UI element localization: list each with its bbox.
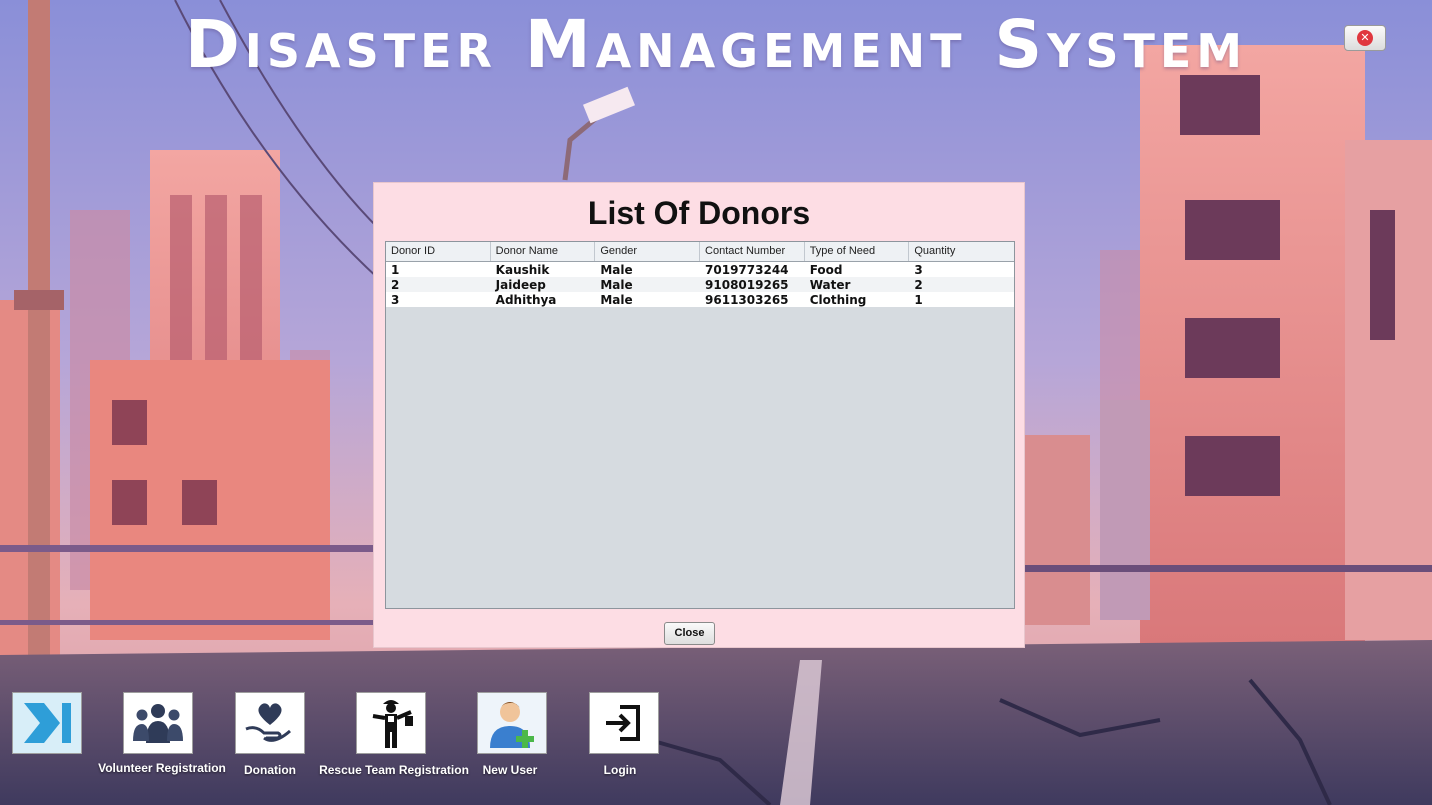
column-header-contact-number[interactable]: Contact Number (700, 242, 805, 261)
cell-gender: Male (600, 278, 633, 292)
column-header-donor-name[interactable]: Donor Name (491, 242, 596, 261)
cell-type-of-need: Clothing (809, 293, 867, 307)
cell-donor-id: 3 (391, 293, 400, 307)
add-user-icon (490, 702, 534, 748)
exit-button[interactable]: ✕ (1344, 25, 1386, 51)
cell-donor-id: 1 (391, 263, 400, 277)
column-header-gender[interactable]: Gender (595, 242, 701, 261)
new-user-label: New User (482, 763, 538, 777)
volunteer-registration-button[interactable] (123, 692, 193, 754)
login-label: Login (603, 763, 637, 777)
cell-contact-number: 9108019265 (705, 278, 789, 292)
cell-donor-name: Jaideep (495, 278, 546, 292)
column-header-type-of-need[interactable]: Type of Need (805, 242, 910, 261)
table-header: Donor ID Donor Name Gender Contact Numbe… (386, 242, 1014, 262)
table-body: 1 Kaushik Male 7019773244 Food 3 2 Jaide… (386, 262, 1014, 307)
volunteer-registration-label: Volunteer Registration (98, 761, 226, 775)
cell-type-of-need: Water (809, 278, 851, 292)
cell-gender: Male (600, 293, 633, 307)
column-header-donor-id[interactable]: Donor ID (386, 242, 491, 261)
group-icon (133, 704, 183, 743)
close-button[interactable]: Close (664, 622, 715, 645)
login-icon (606, 705, 640, 741)
donation-label: Donation (244, 763, 296, 777)
cell-gender: Male (600, 263, 633, 277)
rescue-team-registration-button[interactable] (356, 692, 426, 754)
cell-donor-name: Adhithya (495, 293, 557, 307)
cell-type-of-need: Food (809, 263, 843, 277)
table-row[interactable]: 1 Kaushik Male 7019773244 Food 3 (386, 262, 1014, 277)
column-header-quantity[interactable]: Quantity (909, 242, 1014, 261)
rescue-team-registration-label: Rescue Team Registration (319, 763, 469, 777)
heart-hand-icon (245, 703, 291, 742)
rescuer-icon (372, 700, 413, 748)
table-row[interactable]: 2 Jaideep Male 9108019265 Water 2 (386, 277, 1014, 292)
skip-forward-button[interactable] (12, 692, 82, 754)
new-user-button[interactable] (477, 692, 547, 754)
cell-donor-id: 2 (391, 278, 400, 292)
cell-quantity: 2 (914, 278, 923, 292)
donation-button[interactable] (235, 692, 305, 754)
donor-table[interactable]: Donor ID Donor Name Gender Contact Numbe… (385, 241, 1015, 609)
table-row[interactable]: 3 Adhithya Male 9611303265 Clothing 1 (386, 292, 1014, 307)
cell-quantity: 1 (914, 293, 923, 307)
skip-forward-icon (24, 703, 71, 743)
donor-list-dialog: List Of Donors Donor ID Donor Name Gende… (373, 182, 1025, 648)
cell-quantity: 3 (914, 263, 923, 277)
cell-contact-number: 9611303265 (705, 293, 789, 307)
cell-contact-number: 7019773244 (705, 263, 789, 277)
app-title: Disaster Management System (184, 6, 1248, 83)
close-circle-icon: ✕ (1357, 30, 1373, 46)
login-button[interactable] (589, 692, 659, 754)
dialog-title: List Of Donors (587, 195, 811, 231)
cell-donor-name: Kaushik (495, 263, 550, 277)
